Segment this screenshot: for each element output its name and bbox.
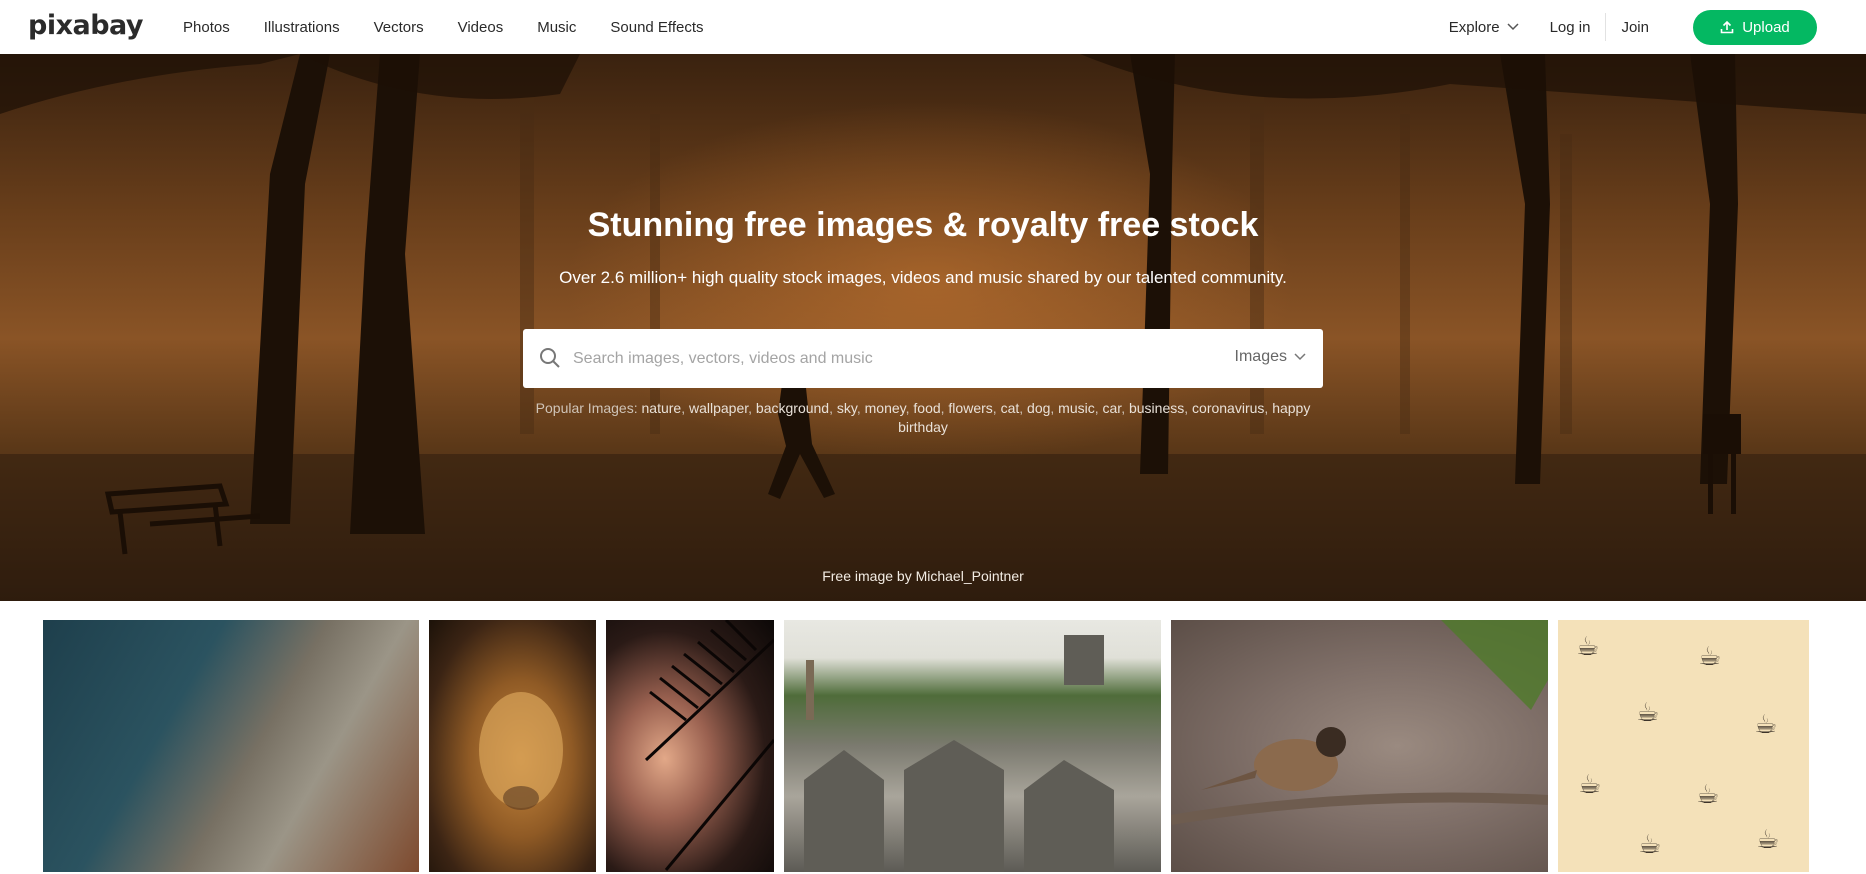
search-icon[interactable] bbox=[539, 347, 561, 369]
upload-icon bbox=[1720, 20, 1734, 34]
explore-label: Explore bbox=[1448, 18, 1500, 36]
upload-label: Upload bbox=[1742, 18, 1790, 36]
search-type-value: Images bbox=[1234, 348, 1287, 365]
popular-tag[interactable]: flowers bbox=[948, 400, 992, 416]
coffee-cup-icon: ☕ bbox=[1698, 642, 1722, 672]
popular-tag[interactable]: music bbox=[1058, 400, 1095, 416]
search-bar: Images bbox=[523, 329, 1323, 388]
coffee-cup-icon: ☕ bbox=[1636, 698, 1660, 728]
popular-tag[interactable]: business bbox=[1129, 400, 1184, 416]
image-gallery: ☕ ☕ ☕ ☕ ☕ ☕ ☕ ☕ bbox=[0, 620, 1866, 874]
popular-tag[interactable]: food bbox=[913, 400, 940, 416]
coffee-cup-icon: ☕ bbox=[1754, 710, 1778, 740]
popular-tag[interactable]: coronavirus bbox=[1192, 400, 1264, 416]
coffee-cup-icon: ☕ bbox=[1756, 825, 1780, 855]
popular-tag[interactable]: money bbox=[865, 400, 906, 416]
hero-title: Stunning free images & royalty free stoc… bbox=[587, 206, 1259, 244]
popular-label: Popular Images: bbox=[535, 400, 638, 416]
popular-searches: Popular Images: nature, wallpaper, backg… bbox=[535, 400, 1311, 435]
popular-tag[interactable]: wallpaper bbox=[689, 400, 748, 416]
nav-link-music[interactable]: Music bbox=[537, 19, 576, 36]
popular-tag[interactable]: sky bbox=[837, 400, 857, 416]
gallery-image-palm-leaves[interactable] bbox=[606, 620, 774, 872]
search-input[interactable] bbox=[573, 341, 1173, 376]
town-rooftops-shape bbox=[804, 635, 1114, 872]
sparrow-shape bbox=[1171, 620, 1548, 825]
search-type-dropdown[interactable]: Images bbox=[1235, 348, 1306, 366]
nav-link-photos[interactable]: Photos bbox=[183, 19, 230, 36]
chevron-down-icon bbox=[1507, 23, 1519, 31]
popular-tag[interactable]: dog bbox=[1027, 400, 1050, 416]
nav-link-illustrations[interactable]: Illustrations bbox=[264, 19, 340, 36]
image-credit[interactable]: Free image by Michael_Pointner bbox=[0, 568, 1846, 584]
coffee-cup-icon: ☕ bbox=[1578, 770, 1602, 800]
hero-subtitle: Over 2.6 million+ high quality stock ima… bbox=[559, 268, 1287, 287]
nav-link-vectors[interactable]: Vectors bbox=[374, 19, 424, 36]
account-nav: Explore Log in Join Upload bbox=[1449, 0, 1817, 54]
popular-tag[interactable]: cat bbox=[1001, 400, 1020, 416]
nav-divider bbox=[1605, 13, 1607, 41]
nav-link-videos[interactable]: Videos bbox=[458, 19, 504, 36]
main-nav: Photos Illustrations Vectors Videos Musi… bbox=[183, 0, 738, 54]
top-navigation-bar: pixabay Photos Illustrations Vectors Vid… bbox=[0, 0, 1866, 54]
gallery-image-coastal-rocks[interactable] bbox=[43, 620, 419, 872]
popular-tag[interactable]: nature bbox=[642, 400, 682, 416]
explore-menu[interactable]: Explore bbox=[1449, 19, 1519, 36]
nav-link-sound-effects[interactable]: Sound Effects bbox=[610, 19, 703, 36]
login-link[interactable]: Log in bbox=[1550, 19, 1591, 36]
pixabay-logo[interactable]: pixabay bbox=[28, 10, 144, 41]
gallery-image-town-rooftops[interactable] bbox=[784, 620, 1161, 872]
hero-background-image bbox=[0, 54, 1866, 601]
hero-banner: Stunning free images & royalty free stoc… bbox=[0, 54, 1866, 601]
coffee-cup-icon: ☕ bbox=[1576, 632, 1600, 662]
gallery-image-lion[interactable] bbox=[429, 620, 596, 872]
popular-tag[interactable]: car bbox=[1103, 400, 1122, 416]
popular-tag[interactable]: background bbox=[756, 400, 829, 416]
join-link[interactable]: Join bbox=[1621, 19, 1649, 36]
coffee-cup-icon: ☕ bbox=[1696, 780, 1720, 810]
gallery-image-sparrow-on-branch[interactable] bbox=[1171, 620, 1548, 872]
coffee-cup-icon: ☕ bbox=[1638, 830, 1662, 860]
lion-face-shape bbox=[479, 692, 563, 810]
gallery-image-coffee-pattern[interactable]: ☕ ☕ ☕ ☕ ☕ ☕ ☕ ☕ bbox=[1558, 620, 1809, 872]
upload-button[interactable]: Upload bbox=[1693, 9, 1817, 45]
palm-leaves-shape bbox=[644, 620, 774, 871]
chevron-down-icon bbox=[1294, 353, 1306, 361]
